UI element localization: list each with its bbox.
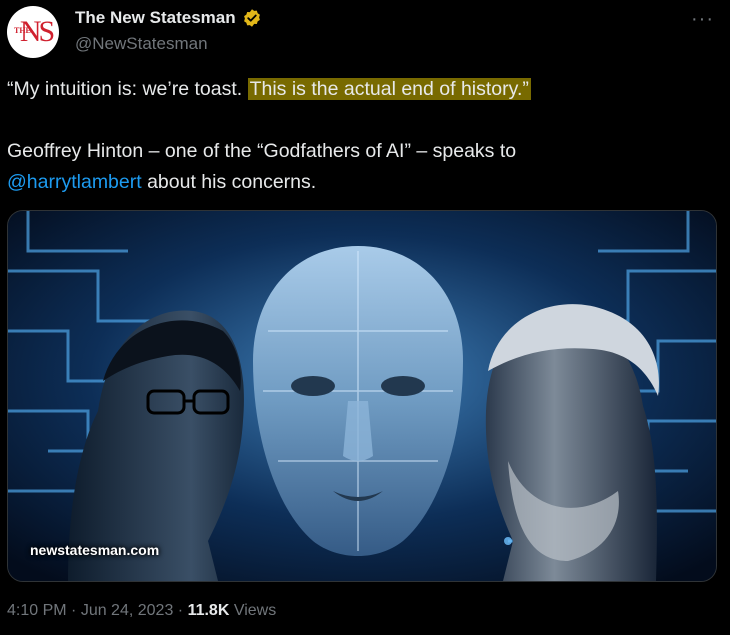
- avatar-small-text: THE: [14, 26, 31, 35]
- tweet-line-3: @harrytlambert about his concerns.: [7, 167, 712, 198]
- handle[interactable]: @NewStatesman: [75, 34, 208, 54]
- tweet-text-highlight: This is the actual end of history.”: [247, 78, 531, 100]
- meta-separator: ·: [173, 602, 188, 619]
- media-card[interactable]: newstatesman.com: [7, 210, 717, 582]
- more-options-icon[interactable]: ···: [691, 8, 714, 31]
- mention-link[interactable]: @harrytlambert: [7, 171, 142, 193]
- tweet-time[interactable]: 4:10 PM: [7, 602, 67, 619]
- avatar[interactable]: THE NS: [7, 6, 59, 58]
- media-domain-label: newstatesman.com: [30, 542, 160, 558]
- views-count: 11.8K: [187, 602, 230, 619]
- tweet-text: “My intuition is: we’re toast. This is t…: [7, 74, 712, 198]
- display-name[interactable]: The New Statesman: [75, 8, 236, 28]
- tweet-date[interactable]: Jun 24, 2023: [81, 602, 174, 619]
- tweet-line-2: Geoffrey Hinton – one of the “Godfathers…: [7, 140, 517, 162]
- tweet-text-suffix: about his concerns.: [141, 171, 317, 193]
- tweet-line-1: “My intuition is: we’re toast. This is t…: [7, 74, 712, 105]
- tweet-card: THE NS The New Statesman @NewStatesman ·…: [0, 0, 730, 635]
- media-image: [8, 211, 716, 581]
- views-label: Views: [229, 602, 277, 619]
- meta-separator: ·: [66, 602, 81, 619]
- name-row: The New Statesman: [75, 8, 262, 28]
- tweet-text-plain: “My intuition is: we’re toast.: [7, 78, 248, 100]
- tweet-meta: 4:10 PM · Jun 24, 2023 · 11.8K Views: [7, 602, 276, 620]
- verified-badge-icon: [243, 9, 260, 27]
